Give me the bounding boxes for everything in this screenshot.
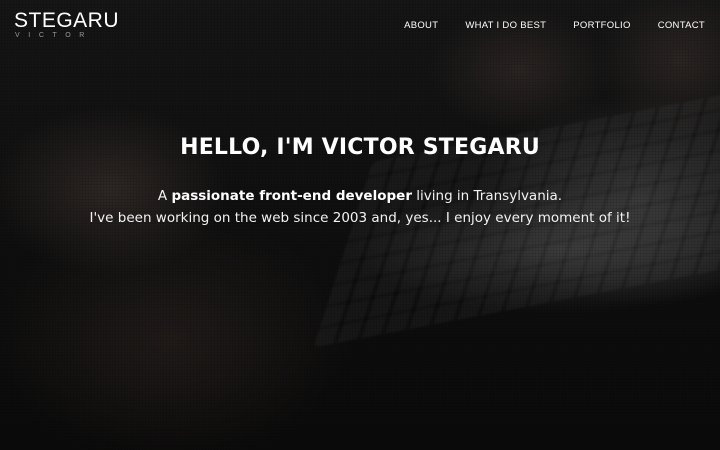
main-navigation: ABOUT WHAT I DO BEST PORTFOLIO CONTACT [377,20,705,32]
nav-item-about[interactable]: ABOUT [404,20,438,32]
nav-item-contact[interactable]: CONTACT [658,20,705,32]
nav-item-portfolio[interactable]: PORTFOLIO [573,20,630,32]
intro-line-2: I've been working on the web since 2003 … [89,210,631,226]
intro-prefix: A [157,188,172,204]
logo-name: STEGARU [14,9,120,32]
intro-line-1: A passionate front-end developer living … [0,185,720,207]
intro-highlight: passionate front-end developer [171,188,412,204]
site-logo[interactable]: STEGARU VICTOR [14,9,120,44]
logo-subname: VICTOR [15,32,93,39]
hero-intro: A passionate front-end developer living … [0,185,720,229]
intro-suffix: living in Transylvania. [411,188,563,204]
hero-headline: HELLO, I'M VICTOR STEGARU [180,135,540,160]
hero-content: HELLO, I'M VICTOR STEGARU A passionate f… [0,133,720,243]
nav-item-what-i-do-best[interactable]: WHAT I DO BEST [465,20,546,32]
